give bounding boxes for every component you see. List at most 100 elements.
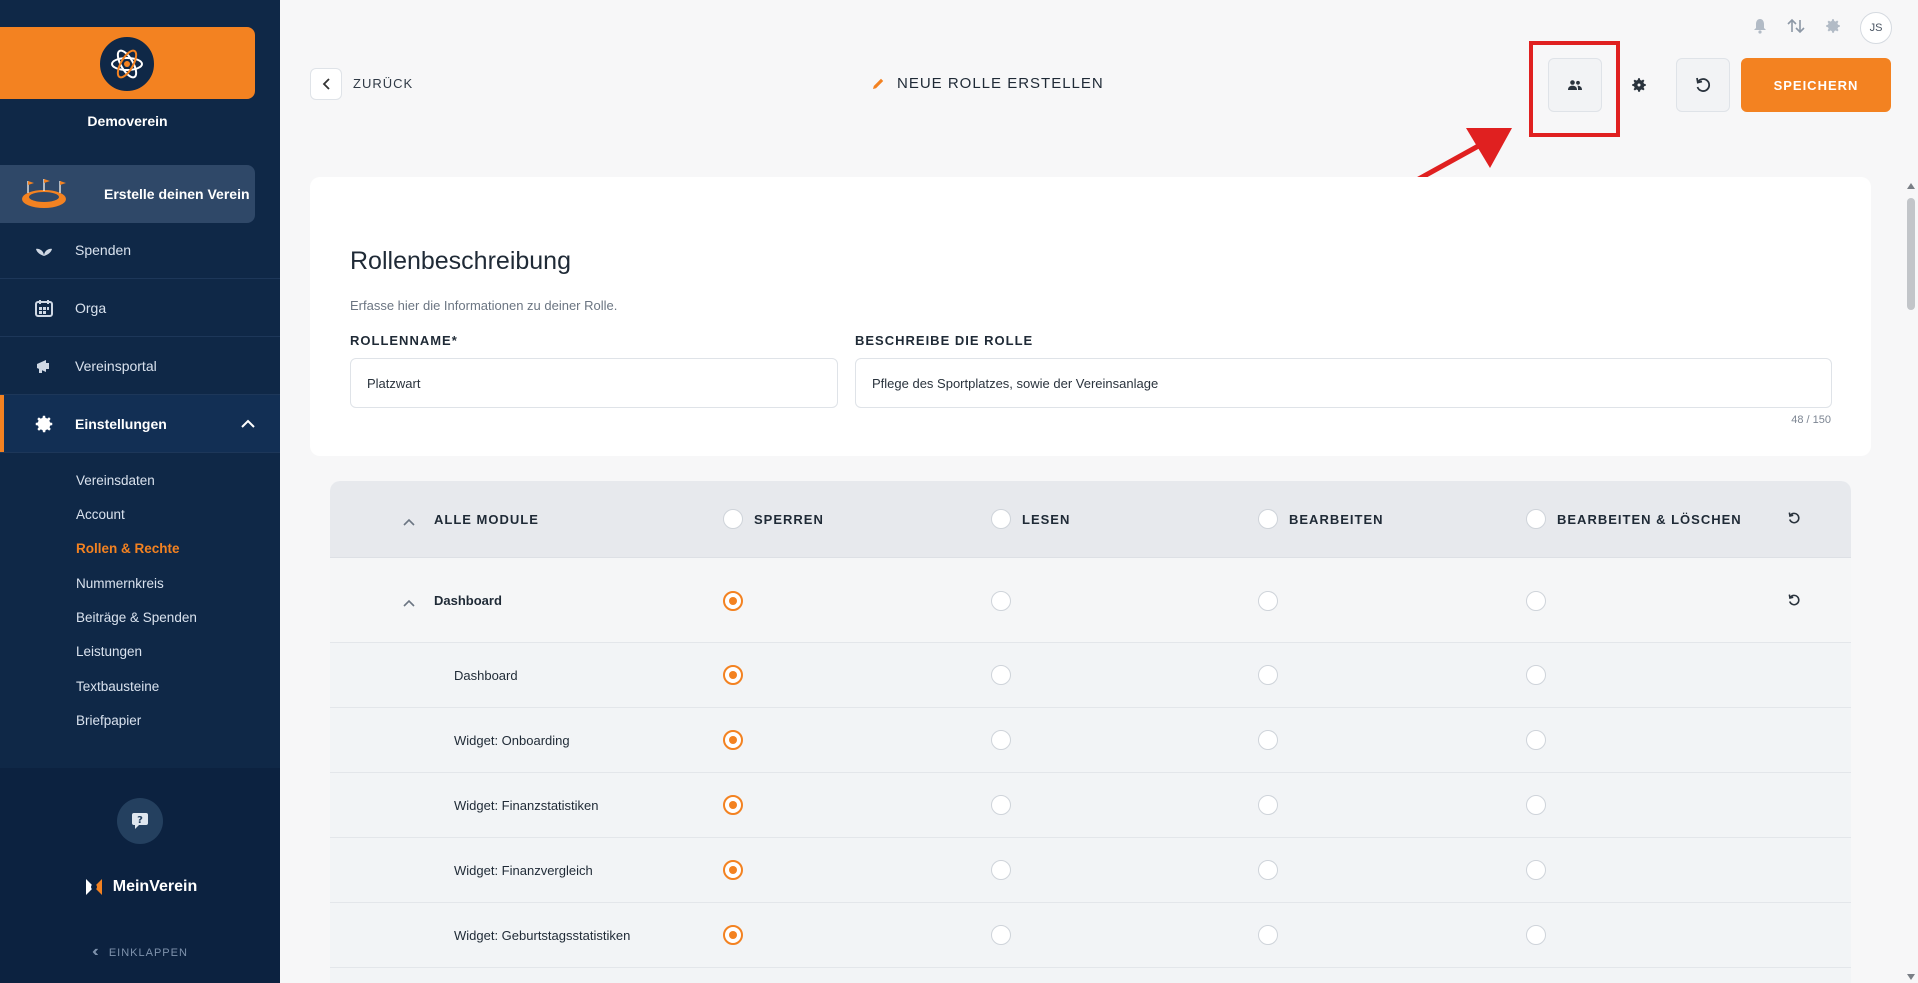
scrollbar-thumb[interactable] — [1907, 198, 1915, 310]
radio-lesen[interactable] — [991, 925, 1011, 945]
table-group-row[interactable]: Dashboard — [330, 557, 1851, 643]
collapse-sidebar-button[interactable]: ‹‹ EINKLAPPEN — [0, 943, 280, 961]
role-desc-label: BESCHREIBE DIE ROLLE — [855, 333, 1034, 348]
chevron-up-icon[interactable] — [403, 594, 415, 612]
column-header-sperren: SPERREN — [754, 512, 824, 527]
radio-bearbeiten-loeschen[interactable] — [1526, 665, 1546, 685]
radio-sperren[interactable] — [723, 665, 743, 685]
column-radio-bearbeiten-loeschen[interactable] — [1526, 509, 1546, 529]
column-header-lesen: LESEN — [1022, 512, 1071, 527]
card-description: Erfasse hier die Informationen zu deiner… — [350, 298, 618, 313]
svg-text:?: ? — [137, 815, 143, 826]
page-title-text: NEUE ROLLE ERSTELLEN — [897, 75, 1104, 92]
table-row[interactable]: Dashboard — [330, 643, 1851, 708]
table-row-partial — [330, 968, 1851, 983]
radio-sperren[interactable] — [723, 795, 743, 815]
radio-lesen[interactable] — [991, 591, 1011, 611]
sub-item-account[interactable]: Account — [76, 507, 125, 522]
radio-sperren[interactable] — [723, 860, 743, 880]
table-row[interactable]: Widget: Finanzstatistiken — [330, 773, 1851, 838]
settings-icon[interactable] — [1824, 17, 1842, 40]
radio-bearbeiten[interactable] — [1258, 860, 1278, 880]
column-header-bearbeiten-loeschen: BEARBEITEN & LÖSCHEN — [1557, 512, 1742, 527]
double-chevron-left-icon: ‹‹ — [92, 943, 98, 960]
radio-bearbeiten-loeschen[interactable] — [1526, 925, 1546, 945]
nav-item-einstellungen[interactable]: Einstellungen — [0, 395, 280, 453]
sidebar: Demoverein Erstelle deinen Verein Spende… — [0, 0, 280, 983]
table-row[interactable]: Widget: Onboarding — [330, 708, 1851, 773]
radio-sperren[interactable] — [723, 925, 743, 945]
radio-lesen[interactable] — [991, 665, 1011, 685]
nav-item-spenden[interactable]: Spenden — [0, 222, 280, 279]
radio-bearbeiten-loeschen[interactable] — [1526, 730, 1546, 750]
nav-item-label: Vereinsportal — [75, 357, 157, 374]
column-radio-bearbeiten[interactable] — [1258, 509, 1278, 529]
column-radio-lesen[interactable] — [991, 509, 1011, 529]
radio-bearbeiten-loeschen[interactable] — [1526, 860, 1546, 880]
table-row[interactable]: Widget: Finanzvergleich — [330, 838, 1851, 903]
club-logo[interactable] — [98, 35, 156, 93]
sort-arrows-icon[interactable] — [1786, 18, 1806, 39]
radio-bearbeiten[interactable] — [1258, 925, 1278, 945]
sub-item-textbausteine[interactable]: Textbausteine — [76, 679, 159, 694]
sub-item-vereinsdaten[interactable]: Vereinsdaten — [76, 473, 155, 488]
sub-item-briefpapier[interactable]: Briefpapier — [76, 713, 141, 728]
column-radio-sperren[interactable] — [723, 509, 743, 529]
radio-lesen[interactable] — [991, 795, 1011, 815]
save-button[interactable]: SPEICHERN — [1741, 58, 1891, 112]
radio-lesen[interactable] — [991, 730, 1011, 750]
stadium-icon — [22, 179, 66, 208]
radio-bearbeiten[interactable] — [1258, 665, 1278, 685]
sub-item-beitraege-spenden[interactable]: Beiträge & Spenden — [76, 610, 197, 625]
scroll-down-arrow-icon[interactable] — [1906, 973, 1916, 981]
avatar[interactable]: JS — [1860, 12, 1892, 44]
back-label[interactable]: ZURÜCK — [353, 76, 413, 91]
chevron-up-icon[interactable] — [403, 513, 415, 531]
nav-item-vereinsportal[interactable]: Vereinsportal — [0, 337, 280, 395]
reset-row-icon[interactable] — [1787, 593, 1801, 612]
nav-item-label: Orga — [75, 299, 107, 316]
annotation-highlight-box — [1529, 41, 1620, 137]
radio-bearbeiten-loeschen[interactable] — [1526, 795, 1546, 815]
row-label: Dashboard — [454, 668, 518, 683]
radio-sperren[interactable] — [723, 591, 743, 611]
role-desc-input[interactable]: Pflege des Sportplatzes, sowie der Verei… — [855, 358, 1832, 408]
plant-icon — [33, 239, 55, 261]
gear-icon — [33, 413, 55, 435]
role-settings-button[interactable] — [1612, 58, 1666, 112]
role-name-label: ROLLENNAME* — [350, 333, 458, 348]
radio-bearbeiten[interactable] — [1258, 795, 1278, 815]
radio-sperren[interactable] — [723, 730, 743, 750]
brand: MeinVerein — [0, 876, 280, 898]
create-club-banner[interactable]: Erstelle deinen Verein — [0, 165, 255, 223]
role-name-input[interactable]: Platzwart — [350, 358, 838, 408]
back-button[interactable] — [310, 68, 342, 100]
sidebar-footer: ? MeinVerein ‹‹ EINKLAPPEN — [0, 768, 280, 983]
sub-item-leistungen[interactable]: Leistungen — [76, 644, 142, 659]
page-scrollbar[interactable] — [1906, 180, 1916, 983]
table-header: ALLE MODULE SPERREN LESEN BEARBEITEN BEA… — [330, 481, 1851, 558]
radio-lesen[interactable] — [991, 860, 1011, 880]
help-button[interactable]: ? — [117, 798, 163, 844]
radio-bearbeiten[interactable] — [1258, 591, 1278, 611]
all-modules-label: ALLE MODULE — [434, 512, 539, 527]
top-icons: JS — [1752, 12, 1892, 44]
nav-item-orga[interactable]: Orga — [0, 279, 280, 337]
radio-bearbeiten-loeschen[interactable] — [1526, 591, 1546, 611]
radio-bearbeiten[interactable] — [1258, 730, 1278, 750]
sub-item-rollen-rechte[interactable]: Rollen & Rechte — [76, 541, 180, 556]
role-description-card: Rollenbeschreibung Erfasse hier die Info… — [310, 177, 1871, 456]
table-row[interactable]: Widget: Geburtstagsstatistiken — [330, 903, 1851, 968]
scroll-up-arrow-icon[interactable] — [1906, 182, 1916, 190]
collapse-label: EINKLAPPEN — [108, 947, 188, 959]
bell-icon[interactable] — [1752, 18, 1768, 39]
atom-icon — [111, 49, 143, 79]
pencil-icon — [873, 78, 884, 89]
reset-button[interactable] — [1676, 58, 1730, 112]
sub-item-nummernkreis[interactable]: Nummernkreis — [76, 576, 164, 591]
reset-all-icon[interactable] — [1787, 511, 1801, 530]
permissions-table: ALLE MODULE SPERREN LESEN BEARBEITEN BEA… — [330, 481, 1851, 983]
chat-help-icon: ? — [132, 813, 148, 829]
nav-item-label: Spenden — [75, 242, 132, 258]
card-title: Rollenbeschreibung — [350, 247, 571, 275]
